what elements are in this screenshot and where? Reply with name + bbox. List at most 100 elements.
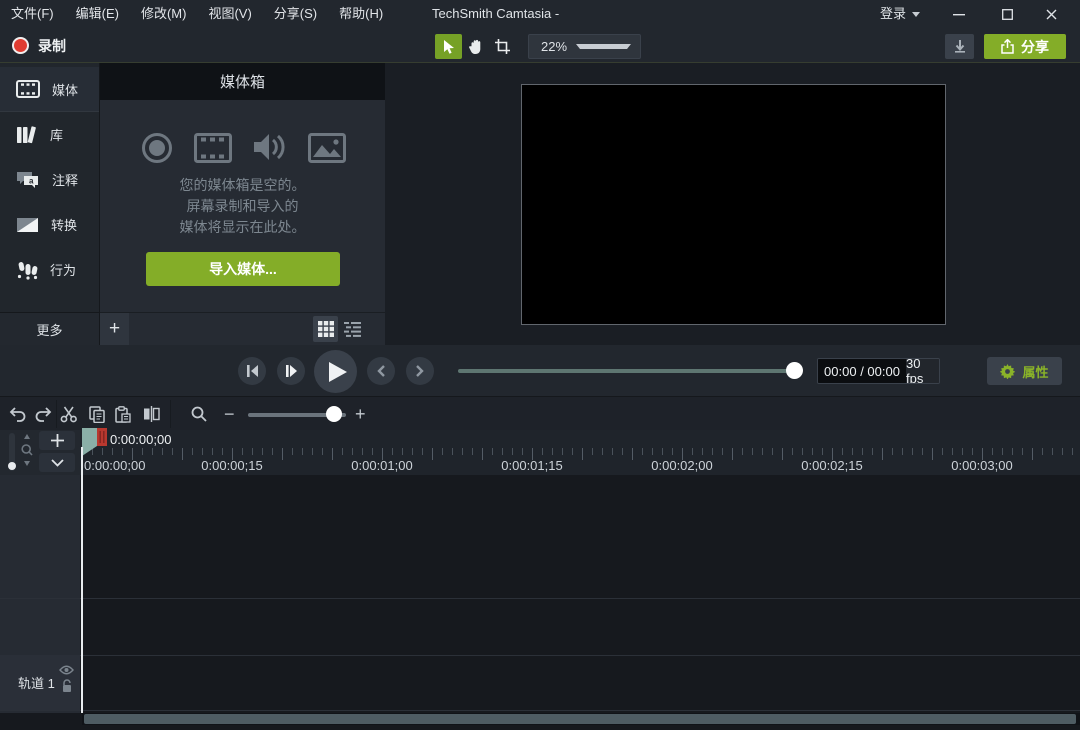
- menu-help[interactable]: 帮助(H): [328, 0, 394, 28]
- record-button[interactable]: 录制: [8, 32, 70, 59]
- media-icon: [16, 80, 40, 98]
- download-button[interactable]: [945, 34, 974, 59]
- current-time-display: 00:00 / 00:00: [818, 359, 906, 383]
- ruler-label: 0:00:00;00: [84, 458, 146, 473]
- ruler-label: 0:00:00;15: [201, 458, 263, 473]
- sidebar-item-library[interactable]: 库: [0, 112, 99, 157]
- empty-message-line: 您的媒体箱是空的。: [179, 177, 306, 193]
- toolbar-separator: [170, 400, 171, 428]
- sidebar-item-annotations[interactable]: a 注释: [0, 157, 99, 202]
- close-icon: [1046, 9, 1056, 19]
- zoom-in-button[interactable]: +: [355, 400, 366, 428]
- media-bin-empty-message: 您的媒体箱是空的。 屏幕录制和导入的 媒体将显示在此处。: [100, 175, 385, 238]
- media-bin-panel: 媒体箱 您的媒体箱是空的。 屏幕录制和导入的 媒体将显示在此处。 导入媒体...…: [100, 63, 385, 345]
- playhead-marker[interactable]: [97, 428, 107, 446]
- import-media-button[interactable]: 导入媒体...: [146, 252, 340, 286]
- svg-text:a: a: [29, 177, 34, 186]
- properties-label: 属性: [1022, 364, 1049, 380]
- close-button[interactable]: [1034, 0, 1068, 28]
- add-track-button[interactable]: [39, 431, 75, 450]
- add-media-button[interactable]: +: [100, 313, 129, 345]
- sidebar-item-label: 库: [50, 128, 64, 143]
- menu-modify[interactable]: 修改(M): [130, 0, 198, 28]
- lock-icon[interactable]: [61, 679, 73, 693]
- sidebar-item-behaviors[interactable]: 行为: [0, 247, 99, 292]
- ruler-label: 0:00:01;15: [501, 458, 563, 473]
- track-divider: [0, 655, 1080, 656]
- track-options-button[interactable]: [39, 453, 75, 472]
- undo-icon: [9, 406, 25, 422]
- fps-display: 30 fps: [906, 359, 939, 383]
- maximize-button[interactable]: [990, 0, 1024, 28]
- copy-button[interactable]: [84, 401, 110, 427]
- minimize-icon: [953, 14, 965, 16]
- split-button[interactable]: [138, 401, 164, 427]
- timeline-zoom-icon: [186, 401, 212, 427]
- paste-icon: [115, 405, 131, 423]
- sign-in-button[interactable]: 登录: [880, 0, 920, 28]
- step-forward-icon: [285, 365, 297, 377]
- playhead-flag[interactable]: [82, 428, 98, 457]
- timeline-toolbar: − +: [0, 396, 1080, 430]
- share-button[interactable]: 分享: [984, 34, 1066, 59]
- track-height-handle[interactable]: [8, 462, 16, 470]
- time-display-box: 00:00 / 00:00 30 fps: [817, 358, 940, 384]
- timeline-tracks-area[interactable]: 轨道 1: [0, 475, 1080, 713]
- sidebar-item-transitions[interactable]: 转换: [0, 202, 99, 247]
- paste-button[interactable]: [110, 401, 136, 427]
- seek-slider[interactable]: [458, 369, 800, 373]
- record-icon: [12, 37, 29, 54]
- sidebar-item-label: 转换: [51, 218, 78, 233]
- hand-icon: [469, 39, 481, 54]
- pan-tool-button[interactable]: [462, 34, 489, 59]
- horizontal-scrollbar-thumb[interactable]: [84, 714, 1076, 724]
- crop-tool-button[interactable]: [489, 34, 516, 59]
- timeline-ruler[interactable]: 0:00:00;00 0:00:00;15 0:00:01;00 0:00:01…: [0, 430, 1080, 475]
- properties-button[interactable]: 属性: [987, 357, 1062, 385]
- minimize-button[interactable]: [942, 0, 976, 28]
- grid-view-button[interactable]: [313, 316, 338, 342]
- timeline: 0:00:00;00 0:00:00;15 0:00:01;00 0:00:01…: [0, 428, 1080, 730]
- menu-view[interactable]: 视图(V): [197, 0, 262, 28]
- zoom-out-button[interactable]: −: [224, 400, 235, 428]
- seek-slider-handle[interactable]: [786, 362, 803, 379]
- more-label: 更多: [36, 322, 63, 338]
- select-tool-button[interactable]: [435, 34, 462, 59]
- import-media-label: 导入媒体...: [209, 261, 277, 277]
- list-view-button[interactable]: [340, 316, 365, 342]
- video-preview-stage[interactable]: [521, 84, 946, 325]
- cursor-arrow-icon: [443, 39, 454, 54]
- redo-button[interactable]: [30, 401, 56, 427]
- next-button[interactable]: [406, 357, 434, 385]
- plus-icon: [50, 434, 64, 447]
- menu-share[interactable]: 分享(S): [263, 0, 328, 28]
- step-back-icon: [246, 365, 258, 377]
- empty-message-line: 媒体将显示在此处。: [179, 219, 306, 235]
- menu-edit[interactable]: 编辑(E): [65, 0, 130, 28]
- share-label: 分享: [1021, 38, 1049, 55]
- sidebar-more-button[interactable]: 更多: [0, 312, 99, 345]
- cut-button[interactable]: [56, 401, 82, 427]
- timeline-zoom-handle[interactable]: [326, 406, 342, 422]
- annotations-icon: a: [17, 172, 38, 188]
- eye-icon[interactable]: [59, 665, 74, 675]
- playhead-time-label: 0:00:00;00: [110, 432, 172, 447]
- menu-file[interactable]: 文件(F): [0, 0, 65, 28]
- track1-header[interactable]: 轨道 1: [0, 655, 80, 710]
- previous-button[interactable]: [367, 357, 395, 385]
- undo-button[interactable]: [4, 401, 30, 427]
- playhead-line[interactable]: [81, 447, 83, 713]
- sidebar-item-media[interactable]: 媒体: [0, 67, 99, 112]
- chevron-down-icon: [576, 44, 631, 49]
- scissors-icon: [60, 406, 77, 422]
- play-button[interactable]: [314, 350, 357, 393]
- play-icon: [328, 361, 347, 382]
- ruler-label: 0:00:02;15: [801, 458, 863, 473]
- step-back-button[interactable]: [238, 357, 266, 385]
- track-divider: [0, 710, 1080, 711]
- step-forward-button[interactable]: [277, 357, 305, 385]
- track1-label: 轨道 1: [18, 676, 55, 691]
- media-type-icons: [100, 131, 385, 165]
- canvas-zoom-dropdown[interactable]: 22%: [528, 34, 641, 59]
- canvas-zoom-value: 22%: [541, 39, 568, 54]
